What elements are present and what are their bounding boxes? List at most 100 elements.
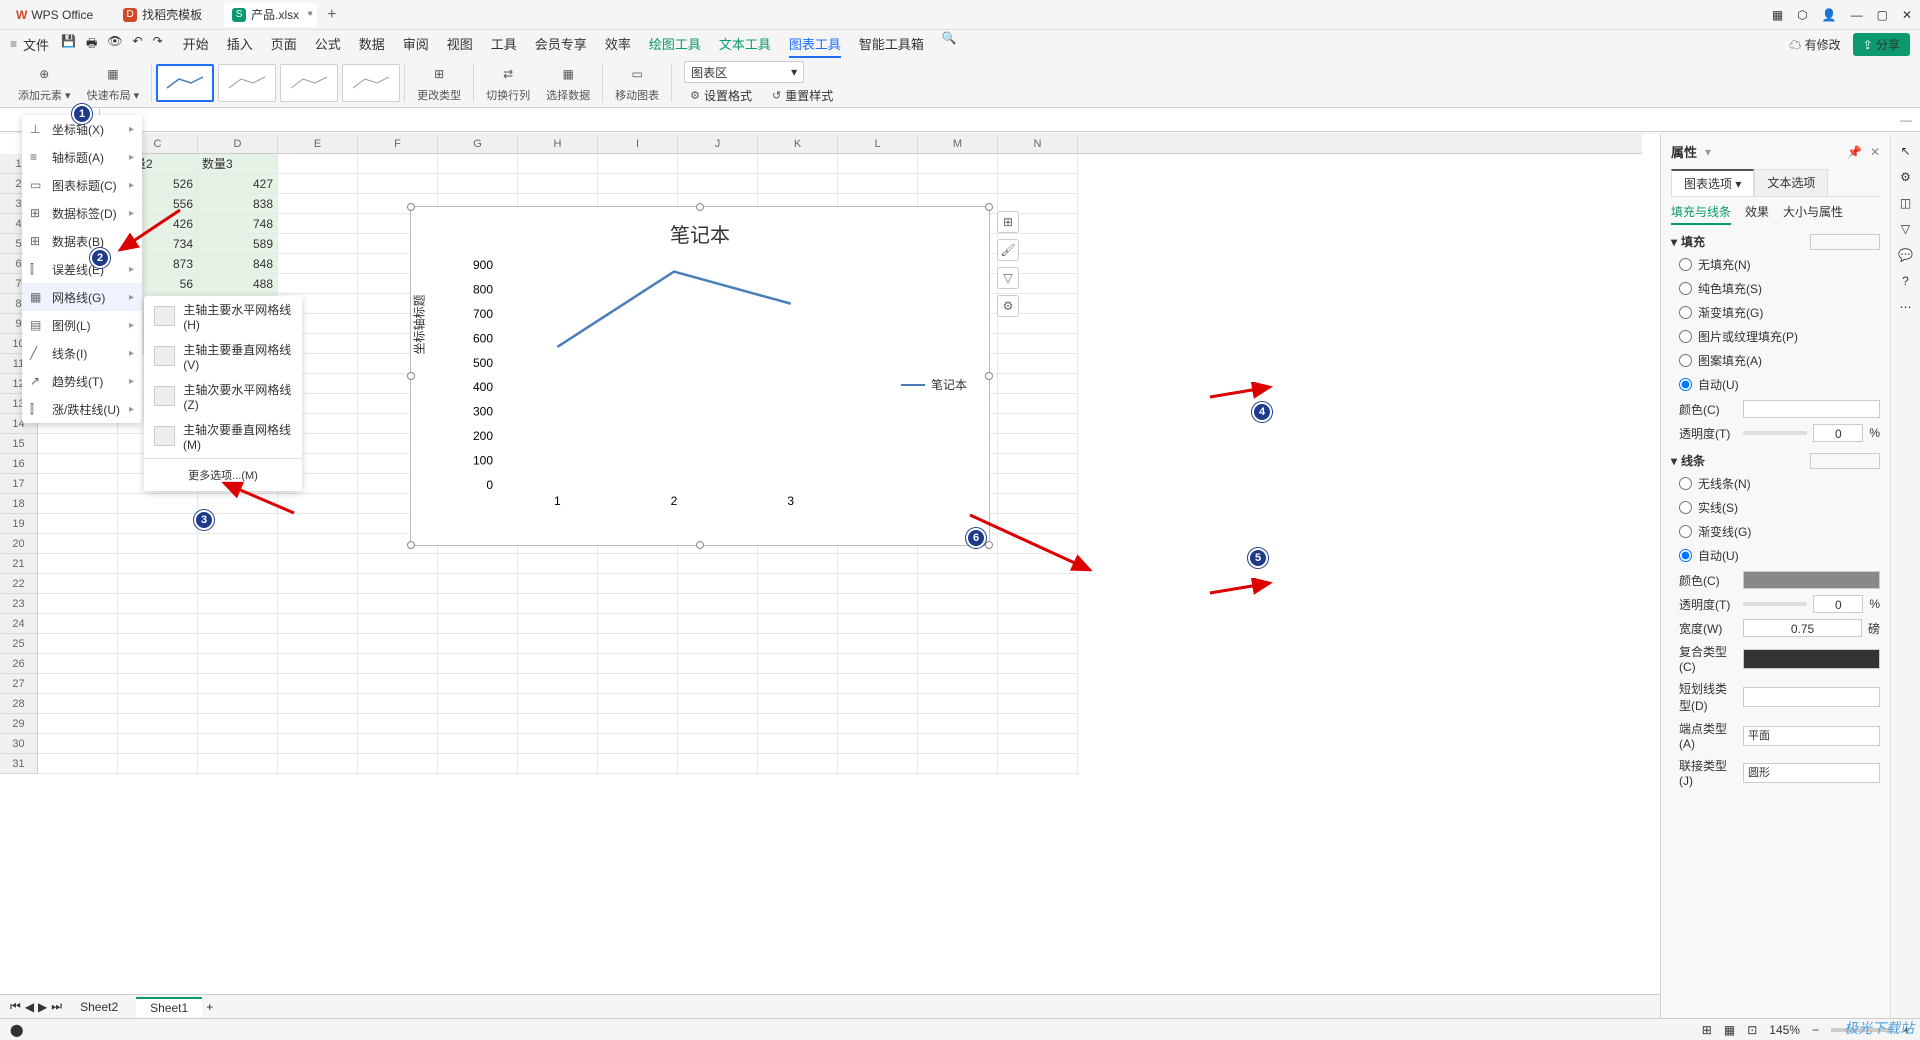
resize-handle[interactable] [696,203,704,211]
cell[interactable] [118,614,198,634]
cell[interactable] [838,554,918,574]
resize-handle[interactable] [407,541,415,549]
cell[interactable] [678,714,758,734]
cell[interactable] [598,554,678,574]
sheet-nav-last[interactable]: ⏭ [51,999,62,1014]
sheet-tab[interactable]: Sheet1 [136,997,202,1017]
cell[interactable] [38,434,118,454]
chart[interactable]: 笔记本 坐标轴标题 010020030040050060070080090012… [410,206,990,546]
cell[interactable] [838,574,918,594]
cell[interactable] [278,214,358,234]
tab-text-tools[interactable]: 文本工具 [719,31,771,58]
style-thumb[interactable] [280,64,338,102]
cell[interactable] [278,254,358,274]
layers-icon[interactable]: ◫ [1900,196,1911,210]
legend[interactable]: 笔记本 [901,376,967,393]
spreadsheet[interactable]: BCDEFGHIJKLMN 12345678910111213141516171… [0,134,1660,1018]
cell[interactable] [118,554,198,574]
resize-handle[interactable] [407,203,415,211]
cell[interactable] [438,634,518,654]
swap-rowcol-button[interactable]: ⇄切换行列 [478,61,538,105]
cell[interactable] [678,654,758,674]
cap-type-select[interactable]: 平面 [1743,726,1880,746]
cell[interactable] [758,754,838,774]
cell[interactable] [678,154,758,174]
sheet-nav-prev[interactable]: ◀ [25,1000,34,1014]
section-fill[interactable]: ▾ 填充 [1671,233,1880,250]
cell[interactable] [518,594,598,614]
tab-page[interactable]: 页面 [271,31,297,58]
more-icon[interactable]: ⋯ [1900,300,1912,314]
set-format-button[interactable]: ⚙ 设置格式 [684,87,758,104]
quick-layout-button[interactable]: ▦快速布局 ▾ [79,61,148,105]
subtab-fill-line[interactable]: 填充与线条 [1671,203,1731,225]
cell[interactable] [758,594,838,614]
move-chart-button[interactable]: ▭移动图表 [607,61,667,105]
cell[interactable] [918,614,998,634]
cell[interactable] [278,154,358,174]
cell[interactable] [998,754,1078,774]
tab-view[interactable]: 视图 [447,31,473,58]
row-header[interactable]: 19 [0,514,38,534]
chart-filter-button[interactable]: ▽ [997,267,1019,289]
col-header[interactable]: H [518,134,598,153]
cell[interactable] [198,594,278,614]
add-sheet-button[interactable]: + [206,1000,213,1014]
cell[interactable] [758,574,838,594]
cell[interactable] [758,694,838,714]
cell[interactable] [518,674,598,694]
chart-settings-button[interactable]: ⚙ [997,295,1019,317]
close-icon[interactable]: ● [307,8,313,19]
cell[interactable] [38,734,118,754]
redo-icon[interactable]: ↷ [153,34,163,55]
row-header[interactable]: 21 [0,554,38,574]
cell[interactable] [118,694,198,714]
cell[interactable] [518,654,598,674]
tab-formula[interactable]: 公式 [315,31,341,58]
cell[interactable] [278,674,358,694]
reset-format-button[interactable]: ↺ 重置样式 [766,87,839,104]
cell[interactable] [278,634,358,654]
cell[interactable] [118,514,198,534]
cell[interactable] [998,414,1078,434]
cell[interactable] [438,674,518,694]
cell[interactable] [918,734,998,754]
cell[interactable] [758,654,838,674]
cell[interactable] [438,754,518,774]
cell[interactable] [438,174,518,194]
row-header[interactable]: 26 [0,654,38,674]
cell[interactable] [118,494,198,514]
cell[interactable] [918,154,998,174]
cell[interactable] [998,714,1078,734]
y-axis-label[interactable]: 坐标轴标题 [411,294,428,354]
style-thumb[interactable] [218,64,276,102]
cloud-modified[interactable]: ☁ 有修改 [1789,36,1840,53]
cell[interactable] [838,634,918,654]
col-header[interactable]: G [438,134,518,153]
dash-type-select[interactable] [1743,687,1880,707]
cell[interactable] [358,734,438,754]
cell[interactable] [998,614,1078,634]
row-header[interactable]: 25 [0,634,38,654]
minimize-button[interactable]: — [1851,8,1863,22]
row-header[interactable]: 15 [0,434,38,454]
comment-icon[interactable]: 💬 [1898,248,1913,262]
compound-type-select[interactable] [1743,649,1880,669]
cell[interactable] [38,594,118,614]
row-header[interactable]: 30 [0,734,38,754]
cell[interactable] [358,714,438,734]
row-header[interactable]: 20 [0,534,38,554]
pin-icon[interactable]: 📌 [1847,145,1862,159]
close-button[interactable]: ✕ [1902,8,1912,22]
row-header[interactable]: 17 [0,474,38,494]
resize-handle[interactable] [985,372,993,380]
print-icon[interactable]: 🖶 [86,34,97,55]
cell[interactable]: 589 [198,234,278,254]
fill-radio[interactable]: 图片或纹理填充(P) [1671,328,1880,345]
style-gallery[interactable] [156,64,400,102]
cell[interactable] [998,374,1078,394]
cell[interactable] [678,754,758,774]
change-type-button[interactable]: ⊞更改类型 [409,61,469,105]
tab-smart-tools[interactable]: 智能工具箱 [859,31,924,58]
cell[interactable] [678,574,758,594]
